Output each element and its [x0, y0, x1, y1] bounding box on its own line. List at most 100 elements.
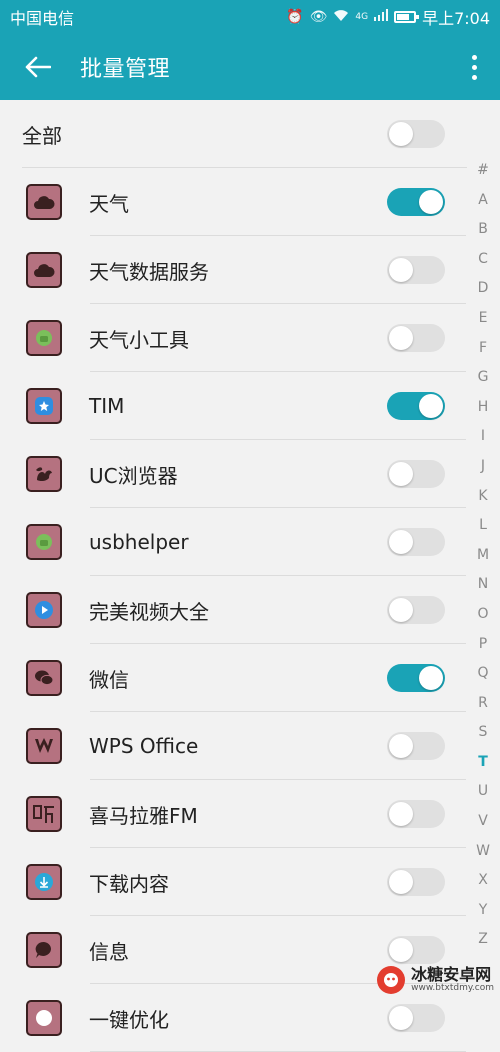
status-icons: ⏰ 👁 4G 早上7:04: [286, 5, 490, 29]
select-all-row[interactable]: 全部: [0, 100, 500, 168]
app-toggle[interactable]: [387, 1004, 445, 1032]
clock-label: 早上7:04: [422, 9, 490, 28]
android-icon: [26, 524, 62, 560]
app-toggle[interactable]: [387, 460, 445, 488]
app-toggle[interactable]: [387, 528, 445, 556]
index-letter[interactable]: U: [478, 777, 488, 807]
app-name: 信息: [89, 939, 129, 964]
optimize-icon: [26, 1000, 62, 1036]
app-toggle[interactable]: [387, 188, 445, 216]
index-letter[interactable]: K: [478, 482, 487, 512]
app-toggle[interactable]: [387, 664, 445, 692]
wps-icon: [26, 728, 62, 764]
index-letter[interactable]: D: [478, 274, 489, 304]
more-options-button[interactable]: [462, 43, 486, 91]
select-all-label: 全部: [22, 123, 62, 148]
app-list: 天气天气数据服务 天气小工具 TIM UC浏览器 usbhelper 完美视频大全微信 WP…: [0, 168, 466, 1052]
app-toggle[interactable]: [387, 392, 445, 420]
watermark-name: 冰糖安卓网: [411, 964, 492, 984]
toggle-knob: [389, 598, 413, 622]
toggle-knob: [389, 122, 413, 146]
cloud-icon: [26, 184, 62, 220]
index-letter[interactable]: Z: [478, 925, 488, 955]
app-toggle[interactable]: [387, 936, 445, 964]
more-dot: [471, 64, 477, 70]
toggle-knob: [389, 802, 413, 826]
select-all-toggle[interactable]: [387, 120, 445, 148]
squirrel-icon: [26, 456, 62, 492]
index-letter[interactable]: N: [478, 570, 488, 600]
status-bar: 中国电信 ⏰ 👁 4G 早上7:04: [0, 0, 500, 34]
toggle-knob: [419, 190, 443, 214]
app-name: 完美视频大全: [89, 599, 209, 624]
wifi-icon: [333, 8, 349, 26]
message-icon: [26, 932, 62, 968]
app-row[interactable]: 天气小工具: [0, 304, 466, 372]
app-row[interactable]: 微信: [0, 644, 466, 712]
app-row[interactable]: 一键优化: [0, 984, 466, 1052]
download-icon: [26, 864, 62, 900]
index-letter[interactable]: X: [478, 866, 488, 896]
more-dot: [471, 74, 477, 80]
app-toggle[interactable]: [387, 256, 445, 284]
more-vert-icon: [471, 54, 477, 60]
index-letter[interactable]: T: [478, 748, 488, 778]
app-toggle[interactable]: [387, 324, 445, 352]
index-letter[interactable]: Q: [477, 659, 488, 689]
app-row[interactable]: WPS Office: [0, 712, 466, 780]
app-name: WPS Office: [89, 734, 199, 758]
app-name: 喜马拉雅FM: [89, 803, 198, 828]
index-letter[interactable]: H: [478, 393, 489, 423]
ting-icon: [26, 796, 62, 832]
back-button[interactable]: [14, 43, 62, 91]
toggle-knob: [389, 1006, 413, 1030]
toggle-knob: [419, 666, 443, 690]
app-name: 一键优化: [89, 1007, 169, 1032]
index-letter[interactable]: R: [478, 689, 488, 719]
wechat-icon: [26, 660, 62, 696]
app-name: 天气: [89, 191, 129, 216]
app-row[interactable]: 下载内容: [0, 848, 466, 916]
app-row[interactable]: UC浏览器: [0, 440, 466, 508]
index-letter[interactable]: V: [478, 807, 488, 837]
index-letter[interactable]: M: [477, 541, 489, 571]
index-letter[interactable]: A: [478, 186, 488, 216]
alarm-icon: ⏰: [286, 9, 304, 25]
index-letter[interactable]: G: [478, 363, 489, 393]
index-letter[interactable]: F: [479, 334, 487, 364]
index-letter[interactable]: J: [481, 452, 485, 482]
app-row[interactable]: 喜马拉雅FM: [0, 780, 466, 848]
index-letter[interactable]: B: [478, 215, 488, 245]
toggle-knob: [389, 258, 413, 282]
alphabet-index[interactable]: # A B C D E F G H I J K L M N O P Q R S T U V W X Y Z: [470, 156, 496, 955]
app-toggle[interactable]: [387, 868, 445, 896]
toggle-knob: [419, 394, 443, 418]
app-toggle[interactable]: [387, 596, 445, 624]
carrier-label: 中国电信: [10, 9, 75, 28]
watermark-logo-icon: [377, 966, 406, 994]
app-toggle[interactable]: [387, 732, 445, 760]
index-letter[interactable]: L: [479, 511, 487, 541]
index-letter[interactable]: E: [479, 304, 488, 334]
app-row[interactable]: 天气数据服务: [0, 236, 466, 304]
tim-icon: [26, 388, 62, 424]
arrow-left-icon: [25, 56, 51, 78]
app-row[interactable]: TIM: [0, 372, 466, 440]
watermark-url: www.btxtdmy.com: [411, 982, 494, 993]
app-row[interactable]: 完美视频大全: [0, 576, 466, 644]
app-row[interactable]: 天气: [0, 168, 466, 236]
index-letter[interactable]: Y: [479, 896, 488, 926]
index-letter[interactable]: S: [479, 718, 488, 748]
signal-icon: [374, 9, 389, 25]
app-row[interactable]: usbhelper: [0, 508, 466, 576]
app-name: UC浏览器: [89, 463, 178, 488]
app-toggle[interactable]: [387, 800, 445, 828]
index-letter[interactable]: O: [477, 600, 488, 630]
index-letter[interactable]: W: [476, 837, 490, 867]
app-name: 下载内容: [89, 871, 169, 896]
index-letter[interactable]: C: [478, 245, 488, 275]
toggle-knob: [389, 938, 413, 962]
index-letter[interactable]: P: [479, 630, 487, 660]
index-letter[interactable]: #: [477, 156, 489, 186]
index-letter[interactable]: I: [481, 422, 485, 452]
